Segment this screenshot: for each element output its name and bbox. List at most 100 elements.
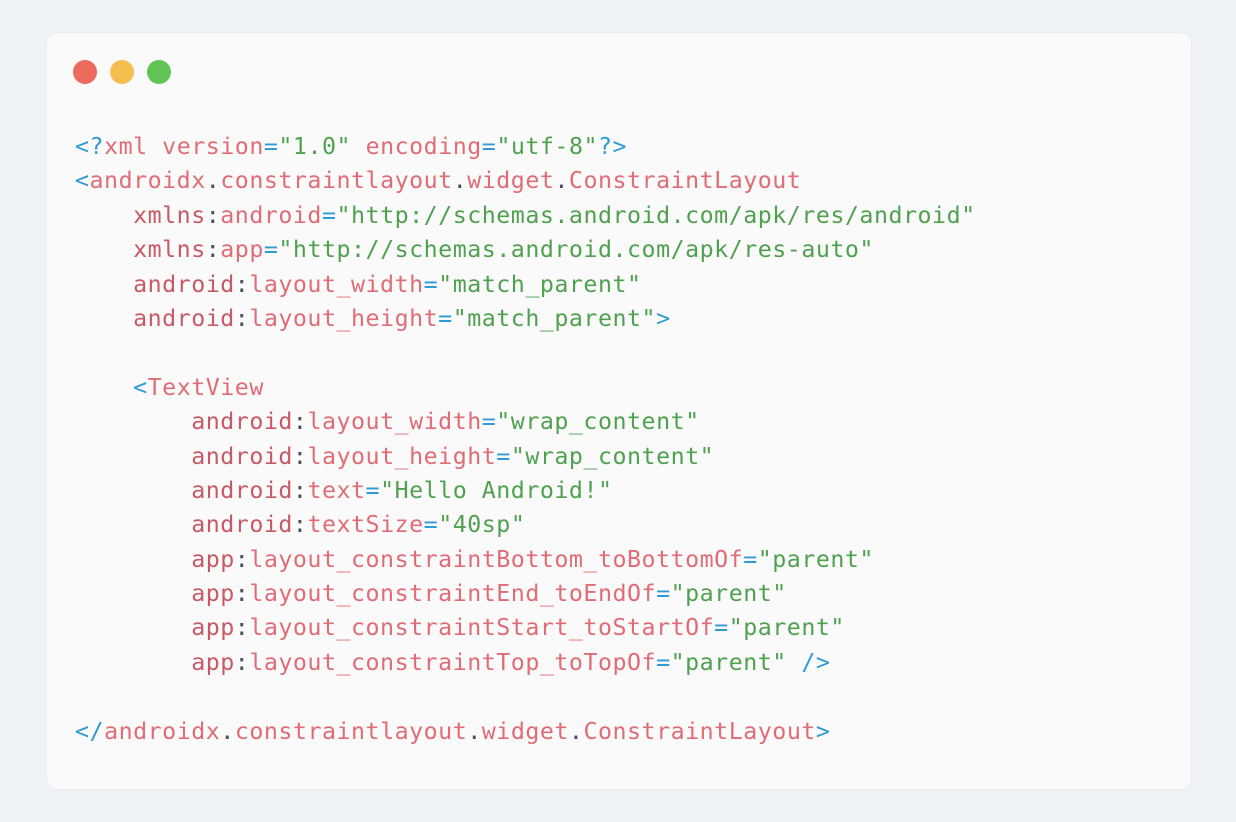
code-token: constraintlayout <box>234 717 468 745</box>
code-token: version <box>162 133 264 160</box>
code-token: "wrap_content" <box>496 408 700 436</box>
code-token: "parent" <box>670 648 787 676</box>
code-token: > <box>656 304 671 332</box>
code-token: "match_parent" <box>452 304 657 332</box>
code-token: <? <box>75 133 105 160</box>
code-token: android <box>191 442 293 470</box>
code-token: android <box>191 476 293 504</box>
code-token: = <box>263 236 279 264</box>
code-line: <TextView <box>75 371 976 405</box>
code-line: <?xml version="1.0" encoding="utf-8"?> <box>75 130 976 164</box>
code-token: layout_height <box>249 304 439 332</box>
code-token: = <box>656 580 671 608</box>
code-token: . <box>220 717 235 745</box>
code-token: = <box>714 614 729 642</box>
code-line: </androidx.constraintlayout.widget.Const… <box>75 715 976 749</box>
code-token: text <box>307 476 366 504</box>
code-token: . <box>467 717 482 745</box>
code-window: <?xml version="1.0" encoding="utf-8"?> <a… <box>47 33 1191 789</box>
code-line: android:layout_height="match_parent"> <box>75 302 976 336</box>
code-token: = <box>481 408 497 436</box>
code-token: constraintlayout <box>220 167 453 195</box>
code-token: textSize <box>307 511 424 539</box>
code-line: <androidx.constraintlayout.widget.Constr… <box>75 164 976 198</box>
code-token: "parent" <box>670 580 787 608</box>
code-token: < <box>133 373 148 401</box>
code-token: > <box>815 717 831 745</box>
code-token: /> <box>801 648 831 676</box>
code-token: app <box>191 614 235 642</box>
code-token: = <box>423 270 439 298</box>
code-token: android <box>191 511 293 539</box>
code-token: widget <box>481 717 569 745</box>
code-token: . <box>554 167 569 195</box>
code-token: . <box>452 167 468 195</box>
code-token: : <box>292 511 308 539</box>
code-token: : <box>234 580 250 608</box>
code-token: layout_height <box>307 442 497 470</box>
code-token: = <box>743 545 758 573</box>
code-token: layout_width <box>249 270 424 298</box>
code-line: android:layout_width="wrap_content" <box>75 405 976 439</box>
code-token: encoding <box>365 133 482 160</box>
code-token: ConstraintLayout <box>583 717 816 745</box>
code-token: = <box>438 304 453 332</box>
code-token: </ <box>75 717 105 745</box>
code-token: app <box>191 580 235 608</box>
code-line: app:layout_constraintTop_toTopOf="parent… <box>75 646 976 680</box>
code-line: android:textSize="40sp" <box>75 508 976 542</box>
code-token: = <box>263 133 279 160</box>
code-token: "match_parent" <box>438 270 642 298</box>
code-token: app <box>191 545 235 573</box>
code-token: : <box>234 270 250 298</box>
code-token: : <box>234 304 250 332</box>
code-token: "40sp" <box>438 511 526 539</box>
code-token: TextView <box>147 373 264 401</box>
code-token: = <box>321 201 337 229</box>
code-token: ConstraintLayout <box>568 167 802 195</box>
code-token: : <box>292 442 308 470</box>
code-token: = <box>481 133 497 160</box>
code-token: layout_constraintTop_toTopOf <box>249 648 657 676</box>
code-token: . <box>568 717 584 745</box>
code-token: : <box>234 545 250 573</box>
code-token: . <box>205 167 221 195</box>
code-token: layout_constraintStart_toStartOf <box>249 614 715 642</box>
code-token: : <box>292 476 308 504</box>
code-line: app:layout_constraintEnd_toEndOf="parent… <box>75 577 976 611</box>
code-line: xmlns:android="http://schemas.android.co… <box>75 199 976 233</box>
code-token: xmlns <box>133 236 206 264</box>
code-token: < <box>75 167 90 195</box>
code-token: "Hello Android!" <box>380 476 613 504</box>
code-token: widget <box>467 167 555 195</box>
code-token: : <box>292 408 308 436</box>
maximize-button[interactable] <box>147 60 171 84</box>
code-token: "http://schemas.android.com/apk/res/andr… <box>336 201 976 229</box>
code-token: "parent" <box>728 614 845 642</box>
code-token: "utf-8" <box>496 133 598 160</box>
close-button[interactable] <box>73 60 97 84</box>
code-line: xmlns:app="http://schemas.android.com/ap… <box>75 233 976 267</box>
code-block: <?xml version="1.0" encoding="utf-8"?> <a… <box>75 130 976 749</box>
minimize-button[interactable] <box>110 60 134 84</box>
code-token: "1.0" <box>278 133 352 160</box>
code-token: xmlns <box>133 201 206 229</box>
code-token: layout_constraintEnd_toEndOf <box>249 580 657 608</box>
code-token: "http://schemas.android.com/apk/res-auto… <box>278 236 874 264</box>
code-token: "wrap_content" <box>510 442 715 470</box>
